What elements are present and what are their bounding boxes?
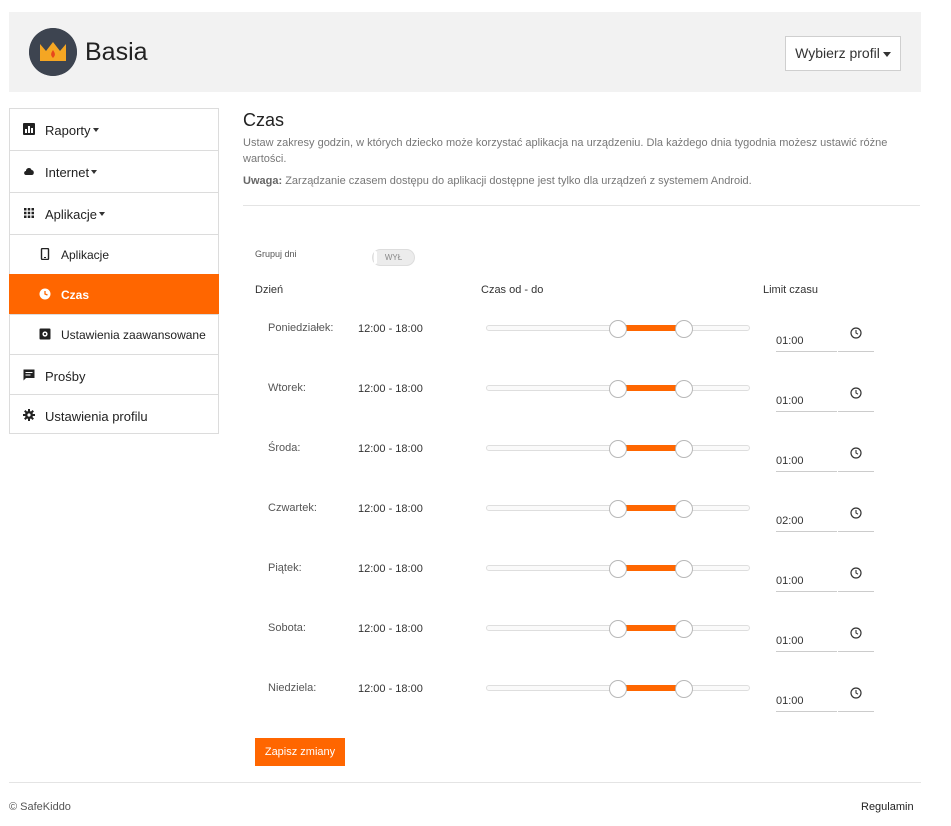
caret-down-icon [99, 212, 106, 216]
day-name: Piątek: [268, 562, 302, 574]
time-limit-input[interactable] [776, 450, 837, 472]
slider-handle-start[interactable] [609, 560, 627, 578]
slider-handle-start[interactable] [609, 380, 627, 398]
cloud-icon [24, 168, 34, 175]
column-header-limit: Limit czasu [763, 284, 819, 296]
crown-icon [29, 28, 77, 76]
profile-header: Basia Wybierz profil [9, 12, 921, 92]
day-row: Wtorek: 12:00 - 18:00 [0, 380, 951, 442]
time-limit-input[interactable] [776, 690, 837, 712]
sidebar-subitem-aplikacje[interactable]: Aplikacje [9, 234, 219, 274]
sidebar-item-raporty[interactable]: Raporty [9, 108, 219, 150]
day-name: Wtorek: [268, 382, 306, 394]
day-row: Piątek: 12:00 - 18:00 [0, 560, 951, 622]
clock-icon[interactable] [838, 562, 874, 592]
avatar [29, 28, 77, 76]
select-profile-label: Wybierz profil [795, 45, 880, 61]
slider-handle-start[interactable] [609, 440, 627, 458]
slider-handle-end[interactable] [675, 620, 693, 638]
slider-handle-end[interactable] [675, 560, 693, 578]
time-limit-input[interactable] [776, 330, 837, 352]
slider-handle-end[interactable] [675, 680, 693, 698]
sidebar-item-label: Aplikacje [61, 248, 110, 262]
save-button[interactable]: Zapisz zmiany [255, 738, 345, 766]
slider-handle-start[interactable] [609, 680, 627, 698]
caret-down-icon [91, 170, 98, 174]
day-time-range: 12:00 - 18:00 [358, 443, 423, 455]
day-name: Czwartek: [268, 502, 317, 514]
clock-icon[interactable] [838, 682, 874, 712]
bar-chart-icon [23, 123, 35, 135]
time-limit-input[interactable] [776, 570, 837, 592]
terms-link[interactable]: Regulamin [861, 801, 914, 813]
day-row: Sobota: 12:00 - 18:00 [0, 620, 951, 682]
sidebar-item-label: Czas [61, 288, 90, 302]
day-row: Środa: 12:00 - 18:00 [0, 440, 951, 502]
day-row: Niedziela: 12:00 - 18:00 [0, 680, 951, 742]
sidebar-item-label: Raporty [45, 123, 91, 138]
sidebar-item-internet[interactable]: Internet [9, 150, 219, 192]
caret-down-icon [882, 51, 891, 57]
page-note: Uwaga: Zarządzanie czasem dostępu do apl… [243, 175, 752, 187]
clock-icon[interactable] [838, 502, 874, 532]
slider-handle-start[interactable] [609, 320, 627, 338]
column-header-day: Dzień [255, 284, 284, 296]
day-time-range: 12:00 - 18:00 [358, 323, 423, 335]
clock-icon [39, 288, 51, 300]
column-header-range: Czas od - do [481, 284, 544, 296]
sidebar-subitem-czas[interactable]: Czas [9, 274, 219, 314]
sidebar-item-label: Aplikacje [45, 207, 98, 222]
slider-handle-end[interactable] [675, 380, 693, 398]
clock-icon[interactable] [838, 442, 874, 472]
clock-icon[interactable] [838, 622, 874, 652]
sidebar-item-label: Internet [45, 165, 90, 180]
group-days-toggle[interactable]: WYŁ [372, 249, 415, 266]
slider-handle-end[interactable] [675, 500, 693, 518]
divider [243, 205, 920, 206]
day-time-range: 12:00 - 18:00 [358, 383, 423, 395]
day-time-range: 12:00 - 18:00 [358, 563, 423, 575]
select-profile-button[interactable]: Wybierz profil [785, 36, 901, 71]
day-name: Poniedziałek: [268, 322, 334, 334]
day-name: Niedziela: [268, 682, 317, 694]
grid-icon [24, 208, 34, 218]
day-name: Sobota: [268, 622, 306, 634]
group-days-label: Grupuj dni [255, 249, 297, 259]
clock-icon[interactable] [838, 382, 874, 412]
time-limit-input[interactable] [776, 510, 837, 532]
phone-icon [40, 248, 50, 260]
slider-handle-end[interactable] [675, 440, 693, 458]
clock-icon[interactable] [838, 322, 874, 352]
note-label: Uwaga: [243, 175, 283, 187]
copyright: © SafeKiddo [9, 801, 71, 813]
sidebar-item-aplikacje[interactable]: Aplikacje [9, 192, 219, 234]
day-name: Środa: [268, 442, 301, 454]
page-description: Ustaw zakresy godzin, w których dziecko … [243, 137, 888, 165]
caret-down-icon [92, 128, 99, 132]
footer-divider [9, 782, 921, 783]
slider-handle-start[interactable] [609, 620, 627, 638]
time-limit-input[interactable] [776, 390, 837, 412]
day-time-range: 12:00 - 18:00 [358, 623, 423, 635]
time-limit-input[interactable] [776, 630, 837, 652]
day-time-range: 12:00 - 18:00 [358, 503, 423, 515]
day-row: Poniedziałek: 12:00 - 18:00 [0, 320, 951, 382]
day-row: Czwartek: 12:00 - 18:00 [0, 500, 951, 562]
day-time-range: 12:00 - 18:00 [358, 683, 423, 695]
page-title: Czas [243, 110, 285, 130]
note-text: Zarządzanie czasem dostępu do aplikacji … [285, 175, 752, 187]
slider-handle-end[interactable] [675, 320, 693, 338]
slider-handle-start[interactable] [609, 500, 627, 518]
profile-name: Basia [85, 38, 148, 66]
